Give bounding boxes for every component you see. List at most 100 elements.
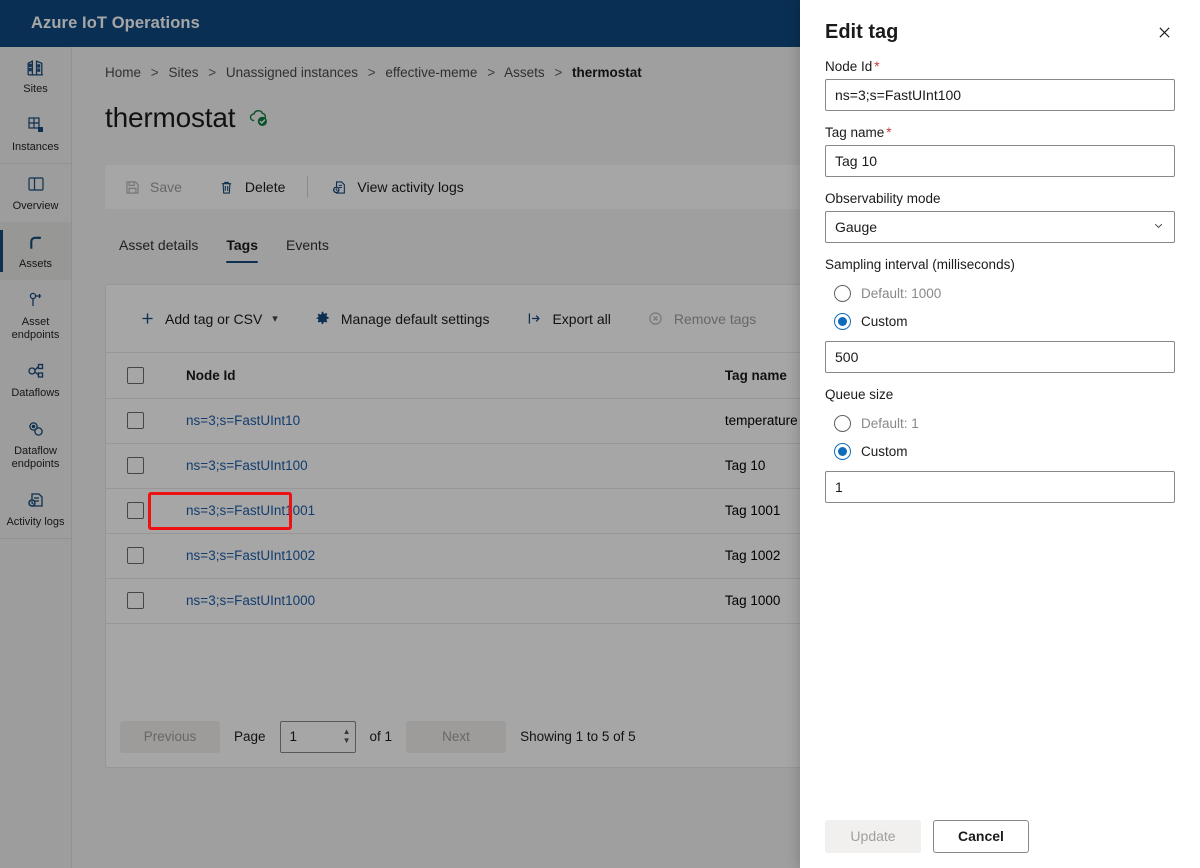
- node-id-link[interactable]: ns=3;s=FastUInt1001: [186, 503, 315, 518]
- manage-default-settings-label: Manage default settings: [340, 310, 490, 327]
- node-id-link[interactable]: ns=3;s=FastUInt10: [186, 413, 300, 428]
- tab-events[interactable]: Events: [272, 227, 343, 266]
- view-activity-logs-button[interactable]: View activity logs: [312, 165, 481, 209]
- row-checkbox[interactable]: [127, 502, 144, 519]
- sidebar-item-overview[interactable]: Overview: [0, 164, 71, 222]
- page-title-row: thermostat: [105, 102, 271, 134]
- sampling-custom-radio[interactable]: [834, 312, 851, 330]
- delete-button[interactable]: Delete: [200, 165, 303, 209]
- tag-name-input[interactable]: [825, 145, 1175, 177]
- add-tag-label: Add tag or CSV: [165, 310, 263, 327]
- queue-custom-radio[interactable]: [834, 442, 851, 460]
- breadcrumb: Home > Sites > Unassigned instances > ef…: [105, 65, 642, 80]
- stepper-down-icon[interactable]: ▼: [343, 737, 351, 745]
- page-label: Page: [234, 729, 266, 744]
- breadcrumb-item-unassigned-instances[interactable]: Unassigned instances: [226, 65, 358, 80]
- left-nav-rail: Sites Instances Overview Assets Asset en…: [0, 47, 72, 868]
- row-checkbox[interactable]: [127, 412, 144, 429]
- sidebar-item-dataflows[interactable]: Dataflows: [0, 351, 71, 409]
- add-tag-or-csv-button[interactable]: Add tag or CSV ▾: [120, 299, 296, 339]
- sidebar-item-dataflow-endpoints[interactable]: Dataflow endpoints: [0, 409, 71, 480]
- activity-logs-icon: [25, 489, 47, 511]
- sampling-default-radio-row[interactable]: Default: 1000: [825, 279, 1175, 307]
- stepper-up-icon[interactable]: ▲: [343, 728, 351, 736]
- page-number-stepper[interactable]: 1 ▲ ▼: [279, 720, 356, 753]
- update-button[interactable]: Update: [825, 819, 921, 853]
- node-id-link[interactable]: ns=3;s=FastUInt100: [186, 458, 308, 473]
- sites-icon: [25, 56, 47, 78]
- queue-default-radio-row[interactable]: Default: 1: [825, 409, 1175, 437]
- row-checkbox[interactable]: [127, 592, 144, 609]
- row-checkbox[interactable]: [127, 457, 144, 474]
- breadcrumb-item-assets[interactable]: Assets: [504, 65, 545, 80]
- breadcrumb-separator: >: [554, 65, 563, 80]
- sidebar-item-activity-logs[interactable]: Activity logs: [0, 480, 71, 538]
- row-select-cell: [106, 533, 187, 579]
- tab-tags[interactable]: Tags: [212, 227, 272, 266]
- sampling-custom-radio-row[interactable]: Custom: [825, 307, 1175, 335]
- row-select-cell: [106, 398, 187, 444]
- queue-size-label: Queue size: [825, 387, 894, 402]
- sampling-custom-label: Custom: [861, 313, 908, 329]
- cell-node-id: ns=3;s=FastUInt10: [186, 398, 725, 444]
- queue-custom-radio-row[interactable]: Custom: [825, 437, 1175, 465]
- tab-label: Asset details: [119, 237, 199, 253]
- observability-mode-label: Observability mode: [825, 191, 941, 206]
- tab-label: Tags: [226, 237, 259, 253]
- command-separator: [307, 176, 309, 198]
- sampling-default-radio[interactable]: [834, 284, 851, 302]
- cancel-button[interactable]: Cancel: [933, 819, 1029, 853]
- field-node-id: Node Id *: [825, 59, 1175, 111]
- previous-page-button[interactable]: Previous: [120, 720, 220, 753]
- delete-label: Delete: [244, 179, 286, 195]
- assets-icon: [25, 231, 47, 253]
- screen: Azure IoT Operations Sites Instances Ove…: [0, 0, 1200, 868]
- stepper-arrows[interactable]: ▲ ▼: [343, 728, 351, 745]
- sidebar-item-instances[interactable]: Instances: [0, 105, 71, 163]
- cell-node-id: ns=3;s=FastUInt1002: [186, 533, 725, 579]
- queue-default-radio[interactable]: [834, 414, 851, 432]
- manage-default-settings-button[interactable]: Manage default settings: [296, 299, 508, 339]
- dataflows-icon: [25, 360, 47, 382]
- nav-group-top: Sites Instances: [0, 47, 71, 164]
- save-button[interactable]: Save: [105, 165, 200, 209]
- row-select-cell: [106, 443, 187, 489]
- export-all-button[interactable]: Export all: [507, 299, 628, 339]
- breadcrumb-separator: >: [487, 65, 496, 80]
- breadcrumb-item-effective-meme[interactable]: effective-meme: [385, 65, 477, 80]
- sampling-interval-input[interactable]: [825, 341, 1175, 373]
- sampling-interval-label: Sampling interval (milliseconds): [825, 257, 1015, 272]
- breadcrumb-item-sites[interactable]: Sites: [168, 65, 198, 80]
- cell-node-id: ns=3;s=FastUInt1000: [186, 578, 725, 624]
- node-id-input[interactable]: [825, 79, 1175, 111]
- tab-asset-details[interactable]: Asset details: [105, 227, 212, 266]
- sidebar-item-assets[interactable]: Assets: [0, 222, 71, 280]
- save-icon: [123, 178, 141, 196]
- tab-label: Events: [286, 237, 329, 253]
- dataflow-endpoints-icon: [25, 418, 47, 440]
- node-id-label: Node Id *: [825, 59, 1175, 74]
- sidebar-item-label: Dataflows: [11, 387, 60, 399]
- breadcrumb-item-home[interactable]: Home: [105, 65, 141, 80]
- field-observability-mode: Observability mode Gauge: [825, 191, 1175, 243]
- select-all-checkbox[interactable]: [127, 366, 144, 384]
- row-checkbox[interactable]: [127, 547, 144, 564]
- nav-group-asset: Overview Assets Asset endpoints Dataflow…: [0, 164, 71, 539]
- instances-icon: [25, 114, 47, 136]
- cloud-check-icon: [247, 106, 271, 130]
- sidebar-item-sites[interactable]: Sites: [0, 47, 71, 105]
- plus-icon: [138, 310, 156, 328]
- sidebar-item-label: Dataflow endpoints: [11, 445, 60, 470]
- remove-tags-button[interactable]: Remove tags: [629, 299, 774, 339]
- next-page-button[interactable]: Next: [406, 720, 507, 753]
- queue-default-label: Default: 1: [861, 415, 919, 431]
- queue-size-input[interactable]: [825, 471, 1175, 503]
- column-header-node-id[interactable]: Node Id: [186, 353, 725, 399]
- observability-mode-select[interactable]: Gauge: [825, 211, 1175, 243]
- sidebar-item-asset-endpoints[interactable]: Asset endpoints: [0, 280, 71, 351]
- node-id-link[interactable]: ns=3;s=FastUInt1000: [186, 593, 315, 608]
- sidebar-item-label: Assets: [18, 258, 52, 270]
- node-id-link[interactable]: ns=3;s=FastUInt1002: [186, 548, 315, 563]
- close-icon[interactable]: [1149, 17, 1179, 47]
- observability-mode-value: Gauge: [835, 219, 878, 235]
